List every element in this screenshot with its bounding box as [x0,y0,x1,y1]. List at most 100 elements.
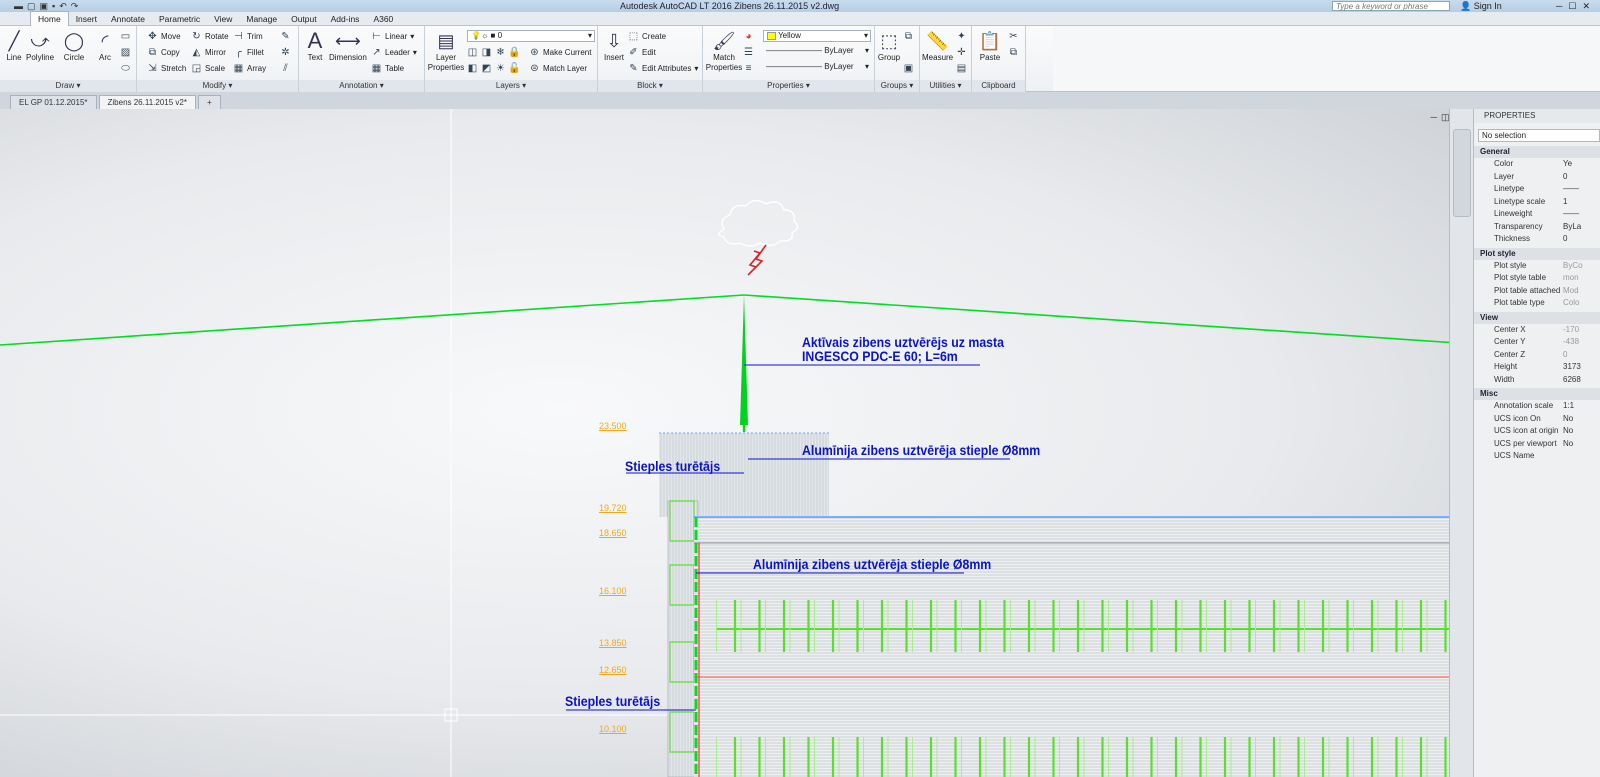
property-row[interactable]: Layer 0 [1474,171,1600,184]
create-block-button[interactable]: ⬚ Create [628,30,666,43]
group-button[interactable]: ⬚ Group [877,29,901,63]
palette-scrollbar[interactable] [1453,129,1471,217]
tab-parametric[interactable]: Parametric [152,12,207,26]
cut-button[interactable]: ✂ [1008,30,1019,43]
insert-button[interactable]: ⇩ Insert [602,29,626,63]
rotate-button[interactable]: ↻ Rotate [191,30,228,43]
tab-a360[interactable]: A360 [366,12,400,26]
make-current-button[interactable]: ⊛ Make Current [529,46,591,59]
property-row[interactable]: Center Y -438 [1474,336,1600,349]
sign-in-button[interactable]: 👤 Sign In [1460,0,1502,12]
elevation-mark[interactable]: 23.500 [599,421,627,431]
block-panel-title[interactable]: Block ▾ [598,80,702,92]
new-icon[interactable]: ▢ [27,1,36,12]
drawing-canvas[interactable]: Aktīvais zibens uztvērējs uz masta INGES… [0,109,1473,777]
annotation-panel-title[interactable]: Annotation ▾ [299,80,424,92]
property-row[interactable]: Linetype scale 1 [1474,196,1600,209]
property-row[interactable]: Plot table type Colo [1474,297,1600,310]
mirror-button[interactable]: ◭ Mirror [191,46,226,59]
move-button[interactable]: ✥ Move [147,30,180,43]
id-point-button[interactable]: ✛ [956,46,967,59]
linetype-icon-button[interactable]: ≡ [743,62,754,75]
property-row[interactable]: Plot style table mon [1474,272,1600,285]
paste-button[interactable]: 📋 Paste [978,29,1002,63]
properties-panel-title[interactable]: Properties ▾ [703,80,874,92]
property-row[interactable]: Annotation scale 1:1 [1474,400,1600,413]
tab-home[interactable]: Home [30,11,69,26]
property-row[interactable]: Center Z 0 [1474,349,1600,362]
elevation-mark[interactable]: 16.100 [599,586,627,596]
copy-button[interactable]: ⧉ Copy [147,46,180,59]
annotation-rod-lower[interactable]: Alumīnija zibens uztvērēja stieple Ø8mm [753,556,991,572]
layers-panel-title[interactable]: Layers ▾ [425,80,597,92]
layer-tools-row2[interactable]: ◧ ◩ ☀ 🔓 [467,62,521,75]
property-row[interactable]: UCS icon at origin No [1474,425,1600,438]
trim-button[interactable]: ⊣ Trim [233,30,263,43]
explode-button[interactable]: ✲ [280,46,291,59]
property-section-header[interactable]: Plot style [1474,247,1600,260]
ellipse-button[interactable]: ⬭ [120,62,131,75]
hatch-button[interactable]: ▨ [120,46,131,59]
tab-output[interactable]: Output [284,12,324,26]
layer-tools-row1[interactable]: ◫ ◨ ❄ 🔒 [467,46,521,59]
annotation-air-terminal-line2[interactable]: INGESCO PDC-E 60; L=6m [802,348,958,364]
lineweight-dropdown[interactable]: ——————— ByLayer ▾ [763,46,871,58]
layer-dropdown[interactable]: 💡☼ ■ 0 ▾ [467,30,595,42]
array-button[interactable]: ▦ Array [233,62,266,75]
scale-button[interactable]: ◲ Scale [191,62,225,75]
elevation-mark[interactable]: 12.650 [599,665,627,675]
fillet-button[interactable]: ╭ Fillet [233,46,263,59]
erase-button[interactable]: ✎ [280,30,291,43]
undo-icon[interactable]: ↶ [59,1,67,12]
annotation-holder-upper[interactable]: Stieples turētājs [625,458,720,474]
match-properties-button[interactable]: 🖌 Match Properties [706,29,742,73]
table-button[interactable]: ▦ Table [371,62,404,75]
linear-button[interactable]: ⊢ Linear ▾ [371,30,414,43]
leader-button[interactable]: ↗ Leader ▾ [371,46,417,59]
modify-panel-title[interactable]: Modify ▾ [137,80,298,92]
property-row[interactable]: Center X -170 [1474,324,1600,337]
tab-annotate[interactable]: Annotate [104,12,152,26]
elevation-mark[interactable]: 13.850 [599,638,627,648]
property-row[interactable]: Linetype —— [1474,183,1600,196]
property-row[interactable]: Lineweight —— [1474,208,1600,221]
save-icon[interactable]: ▪ [52,1,55,12]
quick-select-button[interactable]: ✦ [956,30,967,43]
match-layer-button[interactable]: ⊜ Match Layer [529,62,587,75]
property-section-header[interactable]: General [1474,146,1600,158]
elevation-mark[interactable]: 18.650 [599,528,627,538]
elevation-mark[interactable]: 10.100 [599,724,627,734]
search-input[interactable]: Type a keyword or phrase [1332,1,1450,11]
arc-button[interactable]: ◜ Arc [93,29,117,63]
property-section-header[interactable]: View [1474,311,1600,324]
polyline-button[interactable]: ⤻ Polyline [26,29,54,63]
doc-tab-zibens[interactable]: Zibens 26.11.2015 v2* [98,95,196,109]
property-row[interactable]: Width 6268 [1474,374,1600,387]
draw-panel-title[interactable]: Draw ▾ [0,80,136,92]
property-row[interactable]: Thickness 0 [1474,233,1600,246]
measure-button[interactable]: 📏 Measure [922,29,953,63]
open-icon[interactable]: ▣ [40,1,49,12]
property-row[interactable]: Transparency ByLa [1474,221,1600,234]
line-button[interactable]: ╱ Line [2,29,26,63]
linetype-dropdown[interactable]: ——————— ByLayer ▾ [763,62,871,74]
property-row[interactable]: UCS per viewport No [1474,438,1600,451]
property-row[interactable]: UCS Name [1474,450,1600,463]
rectangle-button[interactable]: ▭ [120,30,131,43]
edit-block-button[interactable]: ✐ Edit [628,46,656,59]
elevation-mark[interactable]: 19.720 [599,503,627,513]
annotation-holder-lower[interactable]: Stieples turētājs [565,693,660,709]
utilities-panel-title[interactable]: Utilities ▾ [920,80,971,92]
property-row[interactable]: Plot style ByCo [1474,260,1600,273]
property-section-header[interactable]: Misc [1474,388,1600,400]
doc-tab-el-gp[interactable]: EL GP 01.12.2015* [10,95,97,109]
property-row[interactable]: Plot table attached toMod [1474,285,1600,298]
annotation-rod-upper[interactable]: Alumīnija zibens uztvērēja stieple Ø8mm [802,442,1040,458]
text-button[interactable]: A Text [303,29,327,63]
clipboard-panel-title[interactable]: Clipboard [972,80,1025,92]
lineweight-icon-button[interactable]: ☰ [743,46,754,59]
tab-view[interactable]: View [207,12,239,26]
color-wheel-button[interactable]: ◕ [743,30,754,43]
selection-dropdown[interactable]: No selection [1478,129,1600,142]
window-controls[interactable]: ─☐✕ [1556,0,1596,12]
